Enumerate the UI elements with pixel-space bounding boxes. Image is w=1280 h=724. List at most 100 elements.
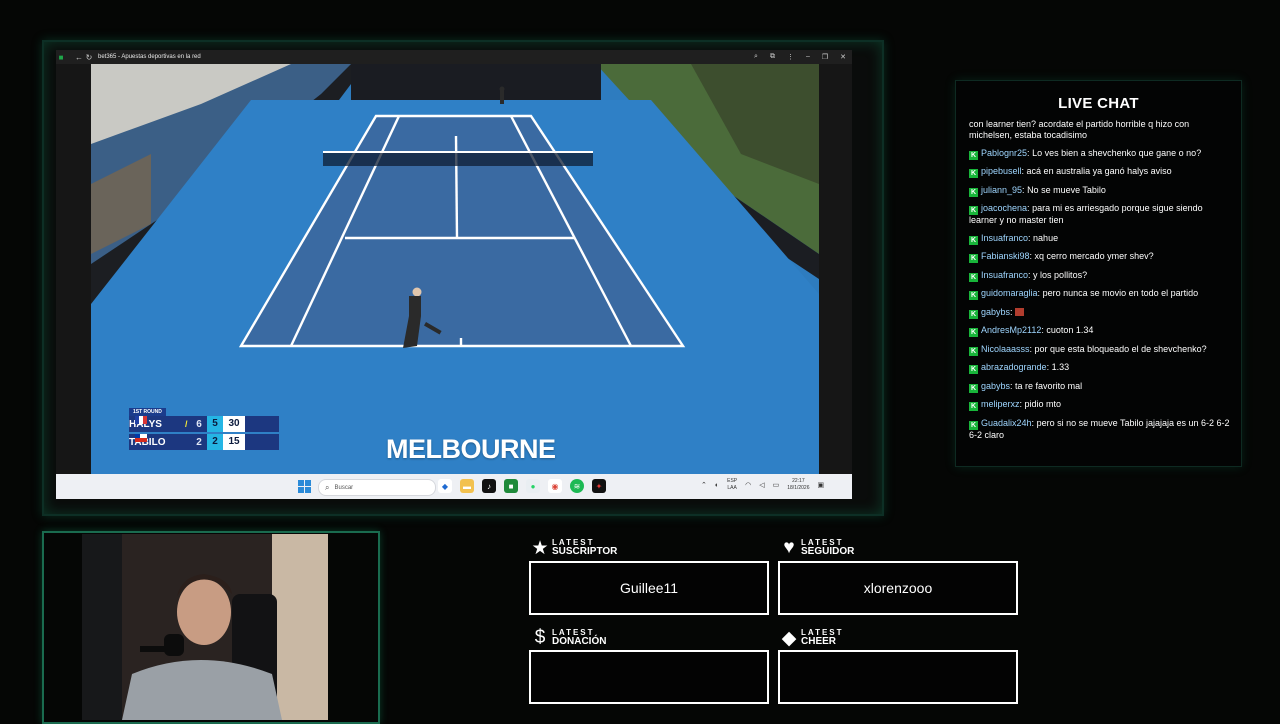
kick-badge-icon: K [969, 187, 978, 197]
chat-username[interactable]: juliann_95 [981, 185, 1022, 195]
kick-badge-icon: K [969, 235, 978, 245]
whatsapp-icon[interactable]: ● [526, 479, 540, 493]
clock[interactable]: 22:17 18/1/2026 [787, 478, 809, 492]
chat-message: Kmeliperxz: pidio mto [969, 399, 1062, 411]
heart-icon: ♥ [783, 537, 795, 558]
star-icon: ★ [531, 537, 549, 559]
latest-donation-header: $ LATEST DONACIÓN [530, 627, 607, 648]
taskbar-apps: ◆ ▬ ♪ ■ ● ◉ ≋ ✦ [438, 479, 606, 493]
kick-badge-icon: K [969, 420, 978, 430]
copilot-icon[interactable]: ◆ [438, 479, 452, 493]
chevron-up-icon[interactable]: ⌃ [701, 481, 707, 489]
latest-follower-value: xlorenzooo [863, 580, 933, 596]
taskbar-search[interactable]: ⌕ Buscar [318, 479, 436, 496]
chat-message: Kjoacochena: para mi es arriesgado porqu… [969, 203, 1203, 225]
chat-username[interactable]: abrazadogrande [981, 362, 1047, 372]
chat-message: K Guadalix24h: pero si no se mueve Tabilo… [969, 417, 1230, 440]
chat-message: Kgabybs: ta re favorito mal [969, 380, 1083, 393]
back-icon[interactable]: ← [74, 50, 84, 64]
kick-badge-icon: K [969, 402, 978, 411]
latest-cheer-header: ◆ LATEST CHEER [779, 627, 844, 649]
more-icon[interactable]: ⋮ [787, 53, 794, 61]
latest-subscriber-header: ★ LATEST SUSCRIPTOR [531, 537, 618, 559]
spotify-icon[interactable]: ≋ [570, 479, 584, 493]
latest-donation-box [529, 650, 769, 704]
player-set1: 2 [196, 436, 202, 448]
chat-username[interactable]: guidomaraglia [981, 288, 1038, 298]
chat-username[interactable]: Pablognr25 [981, 148, 1027, 158]
extensions-icon[interactable]: ⧉ [770, 53, 775, 61]
score-row: HALYS / 6 5 30 [129, 416, 279, 432]
chat-message: K Insuafranco: y los pollitos? [969, 269, 1088, 282]
tennis-video[interactable]: 1ST ROUND HALYS / 6 5 30 TABILO 2 2 15 M… [91, 64, 819, 474]
round-label: 1ST ROUND [129, 408, 166, 416]
kick-badge-icon: K [969, 383, 978, 393]
kick-badge-icon: K [969, 365, 978, 374]
reload-icon[interactable]: ↻ [84, 50, 94, 64]
chat-username[interactable]: AndresMp2112 [981, 325, 1041, 335]
chat-username[interactable]: pipebusell [981, 166, 1022, 176]
kick-badge-icon: K [969, 206, 978, 215]
latest-subscriber-box: Guillee11 [529, 561, 769, 615]
chat-list[interactable]: con learner tien? acordate el partido ho… [969, 119, 1231, 449]
language-indicator[interactable]: ESP LAA [727, 478, 737, 492]
zoom-icon[interactable]: ⌕ [754, 53, 758, 61]
emote-icon [1015, 307, 1025, 316]
windows-start-icon[interactable] [298, 480, 311, 493]
chat-panel: LIVE CHAT con learner tien? acordate el … [955, 80, 1242, 467]
kick-badge-icon: K [969, 291, 978, 300]
france-flag-icon [135, 416, 147, 424]
chat-username[interactable]: gabybs [981, 307, 1010, 317]
browser-titlebar: ■ ← ↻ bet365 - Apuestas deportivas en la… [56, 50, 852, 64]
browser-window: ■ ← ↻ bet365 - Apuestas deportivas en la… [56, 50, 852, 499]
chat-username[interactable]: Nicolaaasss [981, 344, 1030, 354]
browser-title: bet365 - Apuestas deportivas en la red [98, 54, 201, 60]
latest-subscriber-value: Guillee11 [619, 580, 679, 596]
chat-username[interactable]: Fabianski98 [981, 251, 1030, 261]
player-set2: 2 [207, 434, 223, 450]
chat-message: K Nicolaaasss: por que esta bloqueado el … [969, 343, 1207, 356]
player-set1: 6 [196, 418, 202, 430]
chat-username[interactable]: Guadalix24h [981, 418, 1032, 428]
chat-username[interactable]: joacochena [981, 203, 1027, 213]
chile-flag-icon [135, 434, 147, 442]
chat-message: K Insuafranco: nahue [969, 232, 1059, 245]
chat-username[interactable]: Insuafranco [981, 270, 1028, 280]
kick-badge-icon: K [969, 272, 978, 282]
kick-badge-icon: K [969, 169, 978, 178]
chat-message: Kjuliann_95: No se mueve Tabilo [969, 184, 1106, 197]
diamond-icon: ◆ [781, 627, 797, 649]
chat-message: K Pablognr25: Lo ves bien a shevchenko qu… [969, 147, 1202, 160]
score-row: TABILO 2 2 15 [129, 434, 279, 450]
file-explorer-icon[interactable]: ▬ [460, 479, 474, 493]
chat-message: K Fabianski98: xq cerro mercado ymer shev… [969, 251, 1154, 263]
bet365-app-icon[interactable]: ■ [504, 479, 518, 493]
tiktok-icon[interactable]: ♪ [482, 479, 496, 493]
latest-follower-header: ♥ LATEST SEGUIDOR [779, 537, 854, 558]
minimize-icon[interactable]: – [806, 53, 810, 61]
chat-title: LIVE CHAT [1058, 95, 1139, 112]
kick-badge-icon: K [969, 346, 978, 356]
close-icon[interactable]: ✕ [840, 53, 846, 61]
chat-username[interactable]: Insuafranco [981, 233, 1028, 243]
chat-username[interactable]: gabybs [981, 381, 1010, 391]
game-app-icon[interactable]: ✦ [592, 479, 606, 493]
chat-message: Kabrazadogrande: 1.33 [969, 362, 1070, 374]
system-tray: ⌃ ◐ ESP LAA ◠ ◁ ▭ 22:17 18/1/2026 ▣ [701, 478, 824, 492]
battery-icon[interactable]: ▭ [773, 481, 780, 489]
wifi-icon[interactable]: ◠ [745, 481, 751, 489]
app-icon: ■ [58, 52, 64, 62]
microphone-icon[interactable]: ◐ [715, 482, 719, 489]
webcam-feed [82, 534, 328, 720]
kick-badge-icon: K [969, 254, 978, 263]
search-placeholder: Buscar [334, 484, 354, 491]
scoreboard: 1ST ROUND HALYS / 6 5 30 TABILO 2 2 15 [129, 408, 279, 452]
notifications-icon[interactable]: ▣ [818, 481, 825, 489]
chrome-icon[interactable]: ◉ [548, 479, 562, 493]
chat-message: con learner tien? acordate el partido ho… [969, 119, 1190, 140]
volume-icon[interactable]: ◁ [759, 481, 764, 489]
video-letterbox-right [819, 64, 852, 474]
chat-username[interactable]: meliperxz [981, 399, 1020, 409]
maximize-icon[interactable]: ❐ [822, 53, 828, 61]
player-set2: 5 [207, 416, 223, 432]
